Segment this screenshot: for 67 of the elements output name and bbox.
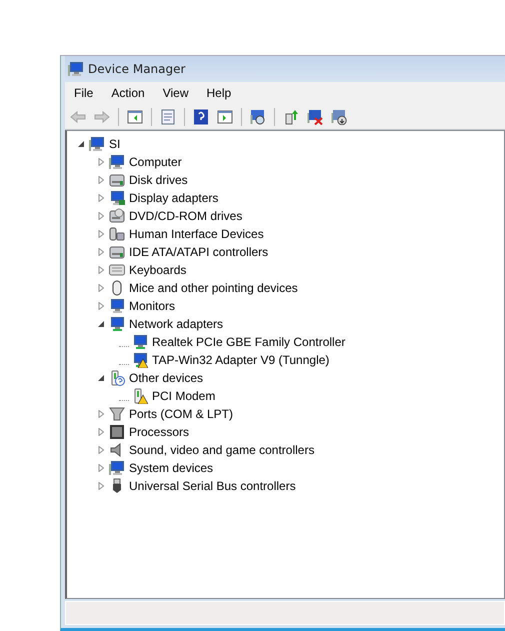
- scan-icon: [250, 108, 266, 124]
- window-title: Device Manager: [88, 62, 186, 76]
- chip-icon: [109, 424, 125, 440]
- menu-item[interactable]: Action: [102, 86, 154, 100]
- tree-item[interactable]: Computer: [128, 155, 183, 169]
- tree-item[interactable]: Disk drives: [128, 173, 189, 187]
- computer-icon: [68, 61, 84, 77]
- tree-item[interactable]: System devices: [128, 461, 214, 475]
- properties-icon: [160, 108, 176, 124]
- tree-item[interactable]: Monitors: [128, 299, 176, 313]
- tree-item[interactable]: DVD/CD-ROM drives: [128, 209, 244, 223]
- expand-arrow[interactable]: [97, 302, 105, 310]
- forward-icon: [94, 108, 110, 124]
- tree-item[interactable]: Processors: [128, 425, 190, 439]
- computer-icon: [109, 460, 125, 476]
- expand-arrow[interactable]: [97, 266, 105, 274]
- port-icon: [109, 406, 125, 422]
- tree-item[interactable]: Other devices: [128, 371, 204, 385]
- expand-arrow[interactable]: [97, 464, 105, 472]
- tree-item[interactable]: IDE ATA/ATAPI controllers: [128, 245, 270, 259]
- expand-arrow[interactable]: [97, 284, 105, 292]
- expand-arrow[interactable]: [97, 410, 105, 418]
- expand-arrow[interactable]: [97, 248, 105, 256]
- disc-drive-icon: [109, 208, 125, 224]
- monitor-icon: [109, 190, 125, 206]
- device-icon: [109, 226, 125, 242]
- collapse-arrow[interactable]: [97, 374, 105, 382]
- expand-arrow[interactable]: [97, 194, 105, 202]
- tree-item[interactable]: Realtek PCIe GBE Family Controller: [151, 335, 346, 349]
- collapse-arrow[interactable]: [77, 140, 85, 148]
- collapse-arrow[interactable]: [97, 320, 105, 328]
- console-icon: [127, 108, 143, 124]
- uninstall-icon: [307, 108, 323, 124]
- tree-item[interactable]: Network adapters: [128, 317, 224, 331]
- monitor-icon: [109, 298, 125, 314]
- expand-arrow[interactable]: [97, 176, 105, 184]
- network-icon: [109, 316, 125, 332]
- tree-item[interactable]: SI: [108, 137, 122, 151]
- pane-icon: [217, 108, 233, 124]
- menu-item[interactable]: File: [65, 86, 102, 100]
- tree-item[interactable]: PCI Modem: [151, 389, 216, 403]
- tree-item[interactable]: Ports (COM & LPT): [128, 407, 234, 421]
- help-icon: [193, 108, 209, 124]
- expand-arrow[interactable]: [97, 428, 105, 436]
- tree-item[interactable]: Keyboards: [128, 263, 188, 277]
- back-icon: [70, 108, 86, 124]
- tree-item[interactable]: Universal Serial Bus controllers: [128, 479, 297, 493]
- tree-item[interactable]: Human Interface Devices: [128, 227, 265, 241]
- expand-arrow[interactable]: [97, 230, 105, 238]
- keyboard-icon: [109, 262, 125, 278]
- disable-icon: [331, 108, 347, 124]
- drive-icon: [109, 244, 125, 260]
- tree-item[interactable]: TAP-Win32 Adapter V9 (Tunngle): [151, 353, 330, 367]
- expand-arrow[interactable]: [97, 446, 105, 454]
- unknown-device-icon: [109, 370, 125, 386]
- computer-icon: [109, 154, 125, 170]
- menu-item[interactable]: Help: [198, 86, 240, 100]
- tree-item[interactable]: Sound, video and game controllers: [128, 443, 316, 457]
- drive-icon: [109, 172, 125, 188]
- expand-arrow[interactable]: [97, 212, 105, 220]
- expand-arrow[interactable]: [97, 158, 105, 166]
- update-icon: [283, 108, 299, 124]
- menu-item[interactable]: View: [154, 86, 198, 100]
- tree-item[interactable]: Display adapters: [128, 191, 220, 205]
- computer-icon: [89, 136, 105, 152]
- tree-item[interactable]: Mice and other pointing devices: [128, 281, 299, 295]
- expand-arrow[interactable]: [97, 482, 105, 490]
